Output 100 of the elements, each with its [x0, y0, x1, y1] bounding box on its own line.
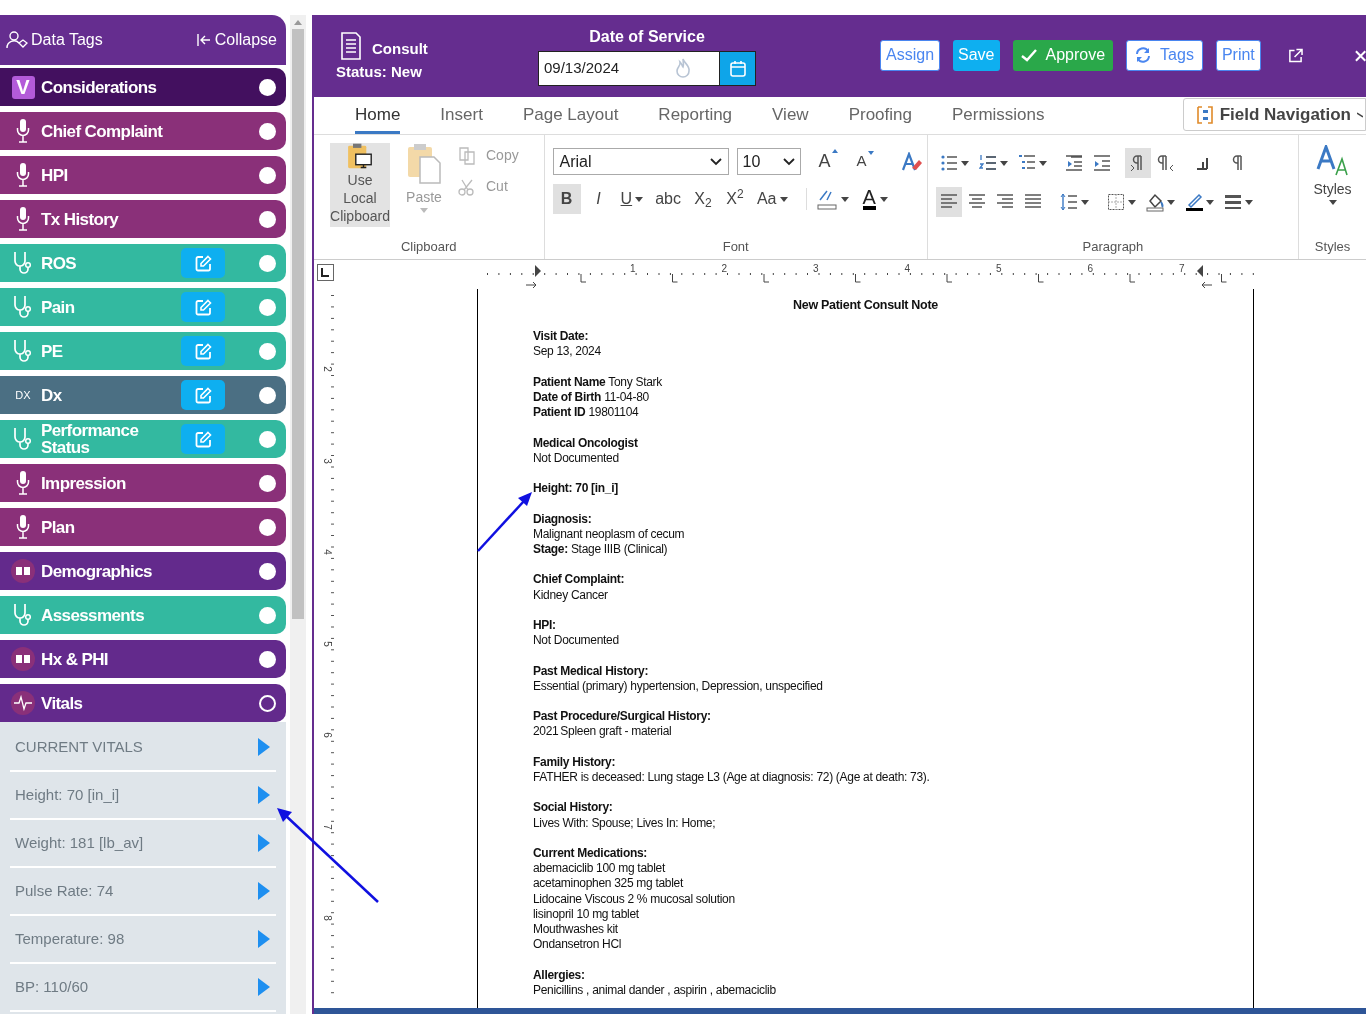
date-field[interactable]: 09/13/2024 — [538, 50, 720, 86]
document-title: Consult — [372, 38, 428, 59]
external-link-icon[interactable] — [1287, 48, 1303, 64]
scrollbar-thumb[interactable] — [292, 29, 304, 619]
measurement-row[interactable]: Weight: 181 [lb_av] — [10, 820, 276, 868]
microphone-icon — [16, 514, 30, 540]
format-button[interactable]: U — [616, 184, 648, 214]
edit-button[interactable] — [181, 292, 225, 322]
format-button[interactable]: I — [584, 184, 613, 214]
tag-label: Tx History — [41, 210, 120, 228]
calendar-icon — [729, 59, 746, 77]
field-navigation-dropdown[interactable]: Field Navigation — [1182, 98, 1366, 131]
section-heading: HPI: — [533, 617, 557, 634]
document-text: Date of Birth 11-04-80 — [533, 390, 650, 406]
format-button[interactable]: X$^{2}$ — [720, 184, 749, 214]
highlight-button[interactable] — [805, 188, 849, 210]
tag-label: Chief Complaint — [41, 122, 164, 140]
group-label: Styles — [1313, 237, 1352, 256]
edit-button[interactable] — [181, 248, 225, 278]
collapse-arrow-icon — [196, 34, 211, 46]
tag-item[interactable]: V Considerations — [0, 68, 286, 106]
group-label: Font — [721, 237, 750, 256]
font-color-button[interactable]: A — [862, 188, 888, 210]
document-text: Malignant neoplasm of cecum — [533, 526, 686, 542]
microphone-icon — [16, 118, 30, 144]
scrollbar[interactable] — [290, 15, 306, 1014]
chevron-down-icon — [782, 157, 795, 166]
clear-format-icon[interactable] — [900, 151, 923, 172]
format-button[interactable]: Aa — [752, 184, 792, 214]
edit-button[interactable] — [181, 424, 225, 454]
document-text: 2021 Spleen graft - material — [533, 724, 673, 740]
ribbon-tab[interactable]: Reporting — [658, 101, 733, 134]
measurement-row[interactable]: CURRENT VITALS — [10, 724, 276, 772]
edit-button[interactable] — [181, 336, 225, 366]
document-text: lisinopril 10 mg tablet — [533, 906, 640, 922]
styles-button[interactable]: Styles — [1313, 145, 1352, 217]
tag-item[interactable]: HPI — [0, 156, 286, 194]
header-button[interactable]: Tags — [1126, 39, 1203, 71]
close-icon[interactable] — [1354, 50, 1366, 62]
header-button[interactable]: Print — [1215, 39, 1261, 71]
caret-icon — [1166, 199, 1175, 205]
ribbon-tab[interactable]: Proofing — [848, 101, 912, 134]
font-size-select[interactable]: 10 — [736, 148, 801, 175]
ribbon-tab[interactable]: Page Layout — [522, 101, 619, 134]
section-heading: Past Medical History: — [533, 663, 650, 679]
format-button[interactable]: B — [552, 184, 581, 214]
caret-icon — [1328, 200, 1337, 205]
section-heading: Current Medications: — [533, 845, 648, 862]
scroll-up-icon[interactable] — [294, 19, 302, 25]
ruler-number: 5 — [996, 262, 1002, 276]
grow-font-button[interactable]: A — [818, 148, 839, 175]
triangle-arrow-icon — [258, 882, 270, 900]
calendar-button[interactable] — [720, 50, 756, 86]
tag-item[interactable]: Chief Complaint — [0, 112, 286, 150]
measurement-row[interactable]: Temperature: 98 — [10, 916, 276, 964]
copy-icon — [458, 146, 478, 165]
use-local-clipboard-button[interactable]: Use Local Clipboard — [330, 143, 390, 227]
tag-item[interactable]: Vitals — [0, 684, 286, 722]
ruler-tab-icon[interactable] — [317, 264, 334, 281]
measurement-row[interactable]: BP: 110/60 — [10, 964, 276, 1012]
tag-item[interactable]: DX Dx — [0, 376, 286, 414]
document-text: Not Documented — [533, 450, 620, 466]
document-icon — [340, 32, 362, 60]
measurement-row[interactable]: Height: 70 [in_i] — [10, 772, 276, 820]
font-family-select[interactable]: Arial — [552, 148, 729, 175]
caret-icon — [1127, 199, 1136, 205]
header-button[interactable]: Assign — [880, 39, 941, 71]
tag-item[interactable]: Hx & PHI — [0, 640, 286, 678]
tag-item[interactable]: Plan — [0, 508, 286, 546]
edit-button[interactable] — [181, 380, 225, 410]
shrink-font-button[interactable]: A — [856, 150, 875, 173]
date-label: Date of Service — [589, 26, 705, 47]
indent-icon — [1092, 153, 1111, 173]
tag-label: Hx & PHI — [41, 650, 109, 668]
tag-item[interactable]: Tx History — [0, 200, 286, 238]
section-heading: Diagnosis: — [533, 511, 593, 527]
pilcrow-rtl-icon — [1156, 153, 1175, 173]
ruler-number: 1 — [630, 262, 636, 276]
ribbon-tab[interactable]: Insert — [440, 101, 483, 134]
format-button[interactable]: abc — [651, 184, 685, 214]
document-text: Not Documented — [533, 633, 620, 649]
styles-icon — [1315, 145, 1350, 177]
group-label: Paragraph — [1081, 237, 1145, 256]
tag-item[interactable]: Impression — [0, 464, 286, 502]
stethoscope-icon — [12, 338, 34, 364]
measurement-row[interactable]: Pulse Rate: 74 — [10, 868, 276, 916]
ribbon-tab[interactable]: View — [772, 101, 809, 134]
tag-label: Assessments — [41, 606, 146, 624]
document-text: acetaminophen 325 mg tablet — [533, 876, 685, 892]
format-button[interactable]: X$_{2}$ — [688, 184, 717, 214]
collapse-button[interactable]: Collapse — [196, 28, 277, 52]
tag-item[interactable]: Demographics — [0, 552, 286, 590]
heartbeat-icon — [11, 691, 35, 715]
document-text: Lidocaine Viscous 2 % mucosal solution — [533, 891, 736, 907]
ruler-number: 6 — [1087, 262, 1094, 276]
document-text: Essential (primary) hypertension, Depression, unspecified — [533, 678, 824, 694]
ribbon-tab[interactable]: Home — [355, 101, 401, 134]
tag-label: Performance Status — [41, 422, 140, 456]
stethoscope-icon — [12, 294, 34, 320]
ribbon-tab[interactable]: Permissions — [951, 101, 1045, 134]
